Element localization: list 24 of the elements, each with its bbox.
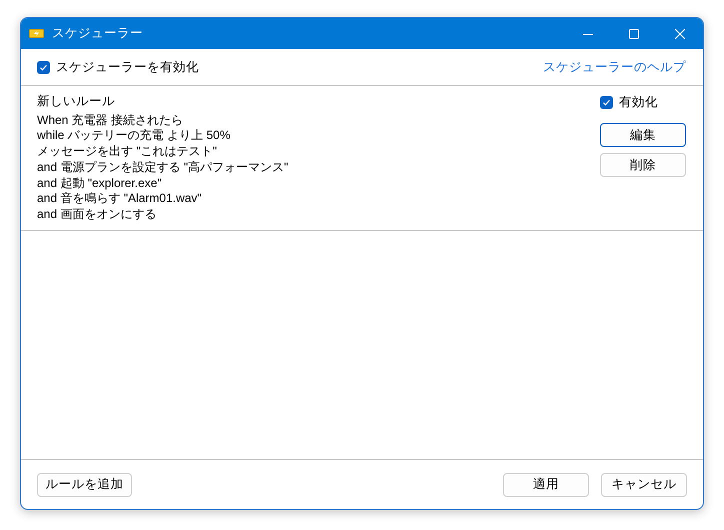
- check-icon: [39, 62, 48, 72]
- close-icon: [675, 28, 685, 38]
- checkbox-label: スケジューラーを有効化: [56, 58, 199, 76]
- checkbox[interactable]: [600, 96, 613, 109]
- help-link[interactable]: スケジューラーのヘルプ: [543, 58, 686, 76]
- window-title: スケジューラー: [52, 25, 144, 42]
- checkbox[interactable]: [37, 60, 50, 74]
- rule-line: and 起動 "explorer.exe": [37, 176, 163, 192]
- rule-line: and 音を鳴らす "Alarm01.wav": [37, 191, 203, 207]
- checkbox-label: 有効化: [619, 94, 658, 111]
- rule-name: 新しいルール: [37, 94, 116, 110]
- rule-line: while バッテリーの充電 より上 50%: [37, 128, 232, 144]
- battery-icon: [29, 29, 44, 38]
- add-rule-button[interactable]: ルールを追加: [37, 472, 132, 496]
- cancel-button[interactable]: キャンセル: [601, 472, 687, 496]
- rule-line: and 電源プランを設定する "高パフォーマンス": [37, 160, 290, 176]
- maximize-icon: [629, 28, 639, 38]
- check-icon: [602, 98, 611, 107]
- delete-button[interactable]: 削除: [600, 153, 686, 177]
- rule-line: メッセージを出す "これはテスト": [37, 144, 218, 160]
- rule-line: and 画面をオンにする: [37, 206, 158, 223]
- edit-button[interactable]: 編集: [600, 123, 686, 147]
- apply-button[interactable]: 適用: [503, 472, 589, 496]
- rule-line: When 充電器 接続されたら: [37, 112, 184, 128]
